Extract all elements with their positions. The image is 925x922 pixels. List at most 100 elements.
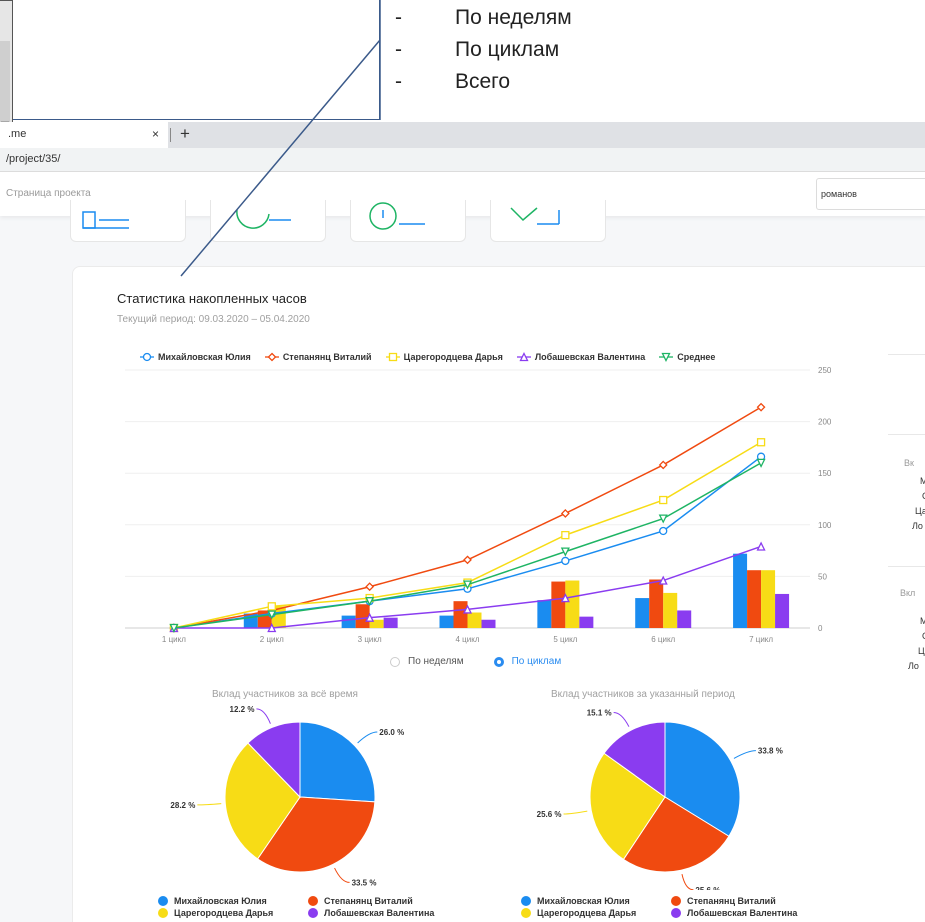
user-field[interactable]: романов: [816, 178, 925, 210]
data-point: [756, 458, 766, 468]
pie-data-label: 15.1 %: [587, 708, 612, 717]
data-point: [560, 509, 570, 518]
bar[interactable]: [551, 581, 566, 628]
data-point: [561, 530, 570, 540]
bar[interactable]: [635, 598, 650, 628]
bar[interactable]: [439, 615, 454, 628]
bar[interactable]: [649, 579, 664, 628]
close-icon[interactable]: ×: [152, 127, 159, 141]
pie-legend-item[interactable]: Михайловская Юлия: [521, 896, 671, 906]
data-point: [658, 514, 668, 524]
project-card[interactable]: [210, 200, 326, 242]
radio-dot[interactable]: [493, 656, 504, 667]
pie-label-connector: [681, 874, 694, 890]
data-point: [658, 575, 668, 585]
radio-dot[interactable]: [390, 656, 400, 667]
statistics-title: Статистика накопленных часов: [117, 291, 307, 306]
bar[interactable]: [383, 617, 398, 628]
bar[interactable]: [355, 604, 370, 628]
legend-dot-icon: [671, 896, 681, 906]
bar[interactable]: [481, 619, 496, 628]
pie-label-connector: [357, 731, 378, 744]
pie-legend-label: Царегородцева Дарья: [174, 908, 274, 918]
user-name: романов: [821, 189, 857, 199]
pie-legend-item[interactable]: Царегородцева Дарья: [521, 908, 671, 918]
panel-item: М: [920, 476, 925, 486]
pie-legend-item[interactable]: Степанянц Виталий: [308, 896, 458, 906]
project-card[interactable]: [70, 200, 186, 242]
divider: [888, 434, 925, 435]
tab-title: .me: [8, 128, 27, 140]
pie-data-label: 26.0 %: [379, 728, 404, 737]
radio-cycles[interactable]: По циклам: [493, 656, 562, 667]
data-point: [561, 556, 570, 566]
bar[interactable]: [663, 592, 678, 628]
radio-weeks[interactable]: По неделям: [390, 656, 464, 667]
view-toggle: По неделям По циклам: [390, 656, 561, 667]
pie-period-legend: Михайловская Юлия Степанянц Виталий Царего…: [521, 896, 821, 918]
pie-legend-item[interactable]: Лобашевская Валентина: [671, 908, 821, 918]
annotation-item: Всего: [455, 70, 511, 93]
pie-slice[interactable]: [299, 721, 376, 803]
radio-label[interactable]: По циклам: [512, 656, 562, 667]
legend-dot-icon: [158, 896, 168, 906]
data-point: [463, 555, 472, 565]
bullet-dash: -: [395, 70, 402, 93]
address-bar[interactable]: /project/35/: [0, 148, 925, 172]
legend-dot-icon: [521, 908, 531, 918]
bar[interactable]: [677, 610, 692, 628]
bar[interactable]: [761, 570, 776, 628]
bar[interactable]: [565, 580, 580, 628]
pie-data-label: 12.2 %: [230, 705, 255, 714]
pie-label-connector: [733, 750, 756, 759]
bar[interactable]: [341, 615, 356, 628]
legend-dot-icon: [521, 896, 531, 906]
legend-dot-icon: [671, 908, 681, 918]
pie-data-label: 33.5 %: [352, 878, 377, 887]
project-card[interactable]: [350, 200, 466, 242]
pie-data-label: 33.8 %: [758, 747, 783, 756]
bar[interactable]: [775, 593, 790, 628]
pie-data-label: 28.2 %: [170, 801, 195, 810]
pie-label-connector: [563, 810, 588, 815]
pie-label-connector: [613, 711, 630, 727]
bar[interactable]: [537, 600, 552, 628]
divider: [888, 566, 925, 567]
data-point: [756, 541, 766, 551]
bar[interactable]: [733, 553, 748, 628]
bar[interactable]: [579, 616, 594, 628]
statistics-period: Текущий период: 09.03.2020 – 05.04.2020: [117, 314, 310, 325]
bar[interactable]: [747, 570, 762, 628]
data-point: [658, 460, 668, 470]
radio-label[interactable]: По неделям: [408, 656, 464, 667]
pie-legend-item[interactable]: Степанянц Виталий: [671, 896, 821, 906]
pie-legend-item[interactable]: Лобашевская Валентина: [308, 908, 458, 918]
x-tick-label: 7 цикл: [749, 635, 773, 644]
project-card[interactable]: [490, 200, 606, 242]
pie-all-time: 26.0 % 33.5 % 28.2 % 12.2 %: [170, 705, 404, 887]
pie-legend-label: Царегородцева Дарья: [537, 908, 637, 918]
data-point: [560, 547, 570, 557]
panel-heading: Вкл: [900, 588, 916, 598]
annotation-list: - По неделям - По циклам - Всего: [395, 2, 572, 98]
breadcrumb[interactable]: Страница проекта: [6, 188, 91, 199]
pie-data-label: 25.6 %: [695, 886, 720, 890]
bar[interactable]: [467, 612, 482, 628]
panel-item: Ло: [908, 661, 919, 671]
pie-legend-label: Лобашевская Валентина: [324, 908, 435, 918]
x-tick-label: 4 цикл: [456, 635, 480, 644]
url-text[interactable]: /project/35/: [6, 153, 60, 165]
pie-legend-item[interactable]: Царегородцева Дарья: [158, 908, 308, 918]
legend-dot-icon: [308, 896, 318, 906]
check-icon: [510, 207, 560, 225]
new-tab-icon[interactable]: +: [180, 124, 190, 144]
pie-legend-label: Михайловская Юлия: [537, 896, 630, 906]
pie-legend-label: Михайловская Юлия: [174, 896, 267, 906]
x-tick-label: 2 цикл: [260, 635, 284, 644]
pie-data-label: 25.6 %: [537, 810, 562, 819]
bar[interactable]: [453, 601, 468, 628]
pie-legend-item[interactable]: Михайловская Юлия: [158, 896, 308, 906]
y-tick-label: 0: [818, 624, 823, 633]
tab-divider: [170, 128, 171, 142]
browser-tab[interactable]: .me ×: [0, 122, 168, 148]
